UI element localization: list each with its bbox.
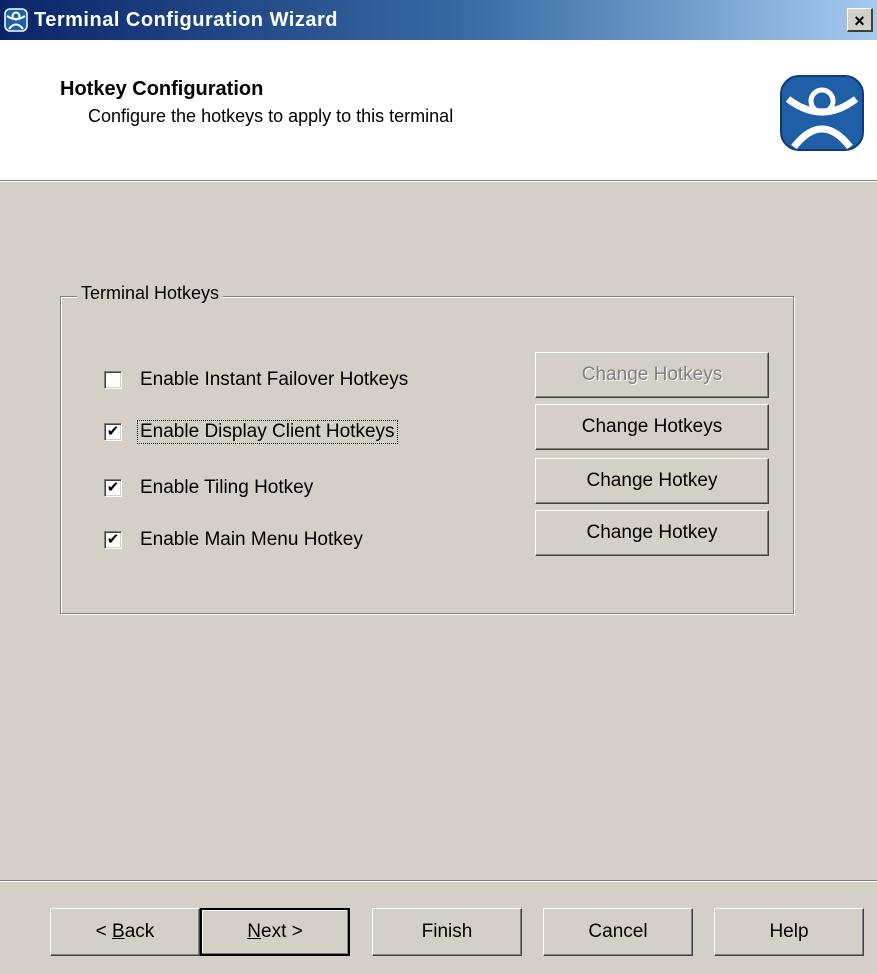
footer-separator [0, 880, 877, 882]
instant-failover-checkbox[interactable] [104, 371, 122, 389]
next-button[interactable]: Next > [200, 908, 350, 956]
next-accel: N [247, 921, 261, 942]
tiling-row[interactable]: ✔ Enable Tiling Hotkey [104, 474, 315, 502]
display-client-label: Enable Display Client Hotkeys [137, 420, 398, 444]
window-title: Terminal Configuration Wizard [34, 9, 338, 31]
cancel-button[interactable]: Cancel [543, 908, 693, 956]
tiling-checkbox[interactable]: ✔ [104, 479, 122, 497]
close-button[interactable]: × [847, 8, 873, 32]
page-title: Hotkey Configuration [60, 78, 264, 100]
change-main-menu-hotkey-button[interactable]: Change Hotkey [535, 510, 769, 556]
back-button[interactable]: < Back [50, 908, 200, 956]
main-menu-row[interactable]: ✔ Enable Main Menu Hotkey [104, 526, 365, 554]
instant-failover-label: Enable Instant Failover Hotkeys [140, 369, 409, 390]
next-rest: ext > [261, 921, 303, 942]
title-bar: Terminal Configuration Wizard × [0, 0, 877, 40]
thinmanager-logo-icon [780, 75, 864, 151]
help-button[interactable]: Help [714, 908, 864, 956]
change-tiling-hotkey-button[interactable]: Change Hotkey [535, 458, 769, 504]
main-menu-checkbox[interactable]: ✔ [104, 531, 122, 549]
terminal-hotkeys-group: Terminal Hotkeys [60, 283, 794, 614]
thinmanager-logo-icon [4, 8, 28, 32]
change-failover-hotkeys-button[interactable]: Change Hotkeys [535, 352, 769, 398]
back-rest: ack [124, 921, 155, 942]
page-subtitle: Configure the hotkeys to apply to this t… [88, 106, 454, 126]
group-legend: Terminal Hotkeys [77, 283, 224, 304]
finish-button[interactable]: Finish [372, 908, 522, 956]
tiling-label: Enable Tiling Hotkey [140, 477, 314, 498]
display-client-row[interactable]: ✔ Enable Display Client Hotkeys [104, 418, 398, 446]
instant-failover-row[interactable]: Enable Instant Failover Hotkeys [104, 366, 410, 394]
header-separator [0, 180, 877, 182]
main-menu-label: Enable Main Menu Hotkey [140, 529, 363, 550]
change-display-client-hotkeys-button[interactable]: Change Hotkeys [535, 404, 769, 450]
back-accel: B [112, 921, 125, 942]
display-client-checkbox[interactable]: ✔ [104, 423, 122, 441]
back-prefix: < [95, 921, 113, 942]
wizard-header: Hotkey Configuration Configure the hotke… [0, 40, 877, 180]
